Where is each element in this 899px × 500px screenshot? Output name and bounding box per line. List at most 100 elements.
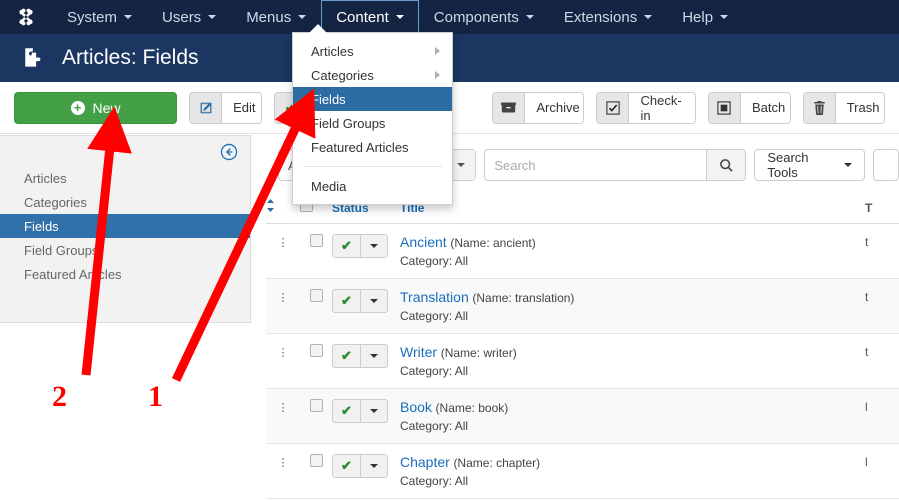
topnav-item-menus[interactable]: Menus: [231, 0, 321, 34]
row-checkbox[interactable]: [309, 234, 323, 247]
clear-filters-button[interactable]: [873, 149, 899, 181]
content-menu-separator: [303, 166, 442, 167]
status-button-group[interactable]: ✔: [332, 454, 388, 478]
status-dropdown-toggle[interactable]: [361, 289, 388, 313]
status-button-group[interactable]: ✔: [332, 399, 388, 423]
topnav-item-components[interactable]: Components: [419, 0, 549, 34]
field-category-label: Category: All: [400, 309, 469, 323]
row-access-value: t: [865, 235, 869, 249]
row-checkbox[interactable]: [309, 399, 323, 412]
checkin-button[interactable]: Check-in: [596, 91, 696, 124]
row-access-cell: l: [865, 388, 899, 444]
row-checkbox[interactable]: [309, 454, 323, 467]
row-checkbox-cell[interactable]: [300, 278, 332, 334]
search-icon[interactable]: [706, 149, 747, 181]
admin-top-menu-bar: System Users Menus Content Components Ex…: [0, 0, 899, 34]
row-status-cell: ✔: [332, 443, 400, 499]
vertical-dots-icon[interactable]: ⋮: [278, 293, 289, 304]
admin-top-nav: System Users Menus Content Components Ex…: [52, 0, 743, 34]
field-category-label: Category: All: [400, 254, 469, 268]
row-menu-cell[interactable]: ⋮: [266, 223, 300, 279]
column-header-title[interactable]: Title: [400, 195, 865, 224]
trash-button[interactable]: Trash: [802, 91, 885, 124]
search-tools-label: Search Tools: [767, 150, 809, 180]
content-menu-label: Fields: [311, 91, 346, 107]
status-publish-toggle[interactable]: ✔: [332, 234, 361, 258]
content-menu-item-categories[interactable]: Categories: [293, 63, 452, 87]
row-menu-cell[interactable]: ⋮: [266, 333, 300, 389]
sidebar-item-field-groups[interactable]: Field Groups: [0, 238, 250, 262]
table-row[interactable]: ⋮ ✔ Translation (Name: translation) Cate…: [266, 278, 899, 334]
caret-down-icon: [644, 15, 653, 19]
topnav-item-help[interactable]: Help: [667, 0, 743, 34]
table-row[interactable]: ⋮ ✔ Writer (Name: writer) Category: All …: [266, 333, 899, 389]
content-dropdown-menu: Articles Categories Fields Field Groups …: [292, 24, 453, 205]
page-title: Articles: Fields: [62, 46, 199, 69]
joomla-logo-icon[interactable]: [0, 0, 52, 34]
topnav-item-extensions[interactable]: Extensions: [549, 0, 667, 34]
topnav-item-content[interactable]: Content: [321, 0, 419, 34]
sidebar-item-featured-articles[interactable]: Featured Articles: [0, 262, 250, 286]
table-row[interactable]: ⋮ ✔ Ancient (Name: ancient) Category: Al…: [266, 223, 899, 279]
content-menu-item-field-groups[interactable]: Field Groups: [293, 111, 452, 135]
table-row[interactable]: ⋮ ✔ Book (Name: book) Category: All l: [266, 388, 899, 444]
search-tools-button[interactable]: Search Tools: [754, 149, 865, 181]
content-menu-item-featured-articles[interactable]: Featured Articles: [293, 135, 452, 159]
topnav-item-system[interactable]: System: [52, 0, 147, 34]
batch-button[interactable]: Batch: [707, 91, 791, 124]
sidebar-item-articles[interactable]: Articles: [0, 166, 250, 190]
row-checkbox-cell[interactable]: [300, 388, 332, 444]
fields-table: Status Title T ⋮ ✔ Ancient (Name: ancien…: [266, 195, 899, 499]
sidebar-item-categories[interactable]: Categories: [0, 190, 250, 214]
archive-button[interactable]: Archive: [492, 91, 585, 124]
content-menu-item-media[interactable]: Media: [293, 174, 452, 198]
status-publish-toggle[interactable]: ✔: [332, 399, 361, 423]
edit-button[interactable]: Edit: [189, 91, 262, 124]
content-menu-item-articles[interactable]: Articles: [293, 39, 452, 63]
row-checkbox-cell[interactable]: [300, 333, 332, 389]
field-title-link[interactable]: Chapter: [400, 454, 450, 470]
row-checkbox[interactable]: [309, 289, 323, 302]
row-menu-cell[interactable]: ⋮: [266, 388, 300, 444]
table-row[interactable]: ⋮ ✔ Chapter (Name: chapter) Category: Al…: [266, 443, 899, 499]
field-title-link[interactable]: Ancient: [400, 234, 447, 250]
vertical-dots-icon[interactable]: ⋮: [278, 348, 289, 359]
status-publish-toggle[interactable]: ✔: [332, 289, 361, 313]
status-dropdown-toggle[interactable]: [361, 344, 388, 368]
status-dropdown-toggle[interactable]: [361, 399, 388, 423]
search-group: [484, 149, 747, 181]
submenu-sidebar: Articles Categories Fields Field Groups …: [0, 135, 251, 323]
status-button-group[interactable]: ✔: [332, 234, 388, 258]
status-dropdown-toggle[interactable]: [361, 234, 388, 258]
row-checkbox-cell[interactable]: [300, 443, 332, 499]
status-button-group[interactable]: ✔: [332, 289, 388, 313]
topnav-label: Components: [433, 8, 519, 26]
status-button-group[interactable]: ✔: [332, 344, 388, 368]
row-menu-cell[interactable]: ⋮: [266, 443, 300, 499]
row-menu-cell[interactable]: ⋮: [266, 278, 300, 334]
row-checkbox[interactable]: [309, 344, 323, 357]
vertical-dots-icon[interactable]: ⋮: [278, 458, 289, 469]
search-input[interactable]: [484, 149, 707, 181]
status-publish-toggle[interactable]: ✔: [332, 344, 361, 368]
row-access-value: t: [865, 290, 869, 304]
joomla-admin-screen: System Users Menus Content Components Ex…: [0, 0, 899, 500]
content-menu-label: Articles: [311, 43, 354, 59]
row-status-cell: ✔: [332, 278, 400, 334]
status-publish-toggle[interactable]: ✔: [332, 454, 361, 478]
field-category-label: Category: All: [400, 364, 469, 378]
status-dropdown-toggle[interactable]: [361, 454, 388, 478]
row-checkbox-cell[interactable]: [300, 223, 332, 279]
vertical-dots-icon[interactable]: ⋮: [278, 403, 289, 414]
field-title-link[interactable]: Writer: [400, 344, 437, 360]
collapse-left-arrow-icon[interactable]: [220, 143, 238, 161]
content-menu-item-fields[interactable]: Fields: [293, 87, 452, 111]
column-header-access[interactable]: T: [865, 195, 899, 224]
topnav-item-users[interactable]: Users: [147, 0, 231, 34]
field-title-link[interactable]: Translation: [400, 289, 469, 305]
pencil-square-icon: [190, 92, 223, 123]
sidebar-item-fields[interactable]: Fields: [0, 214, 250, 238]
new-button[interactable]: + New: [14, 91, 178, 124]
field-title-link[interactable]: Book: [400, 399, 432, 415]
vertical-dots-icon[interactable]: ⋮: [278, 238, 289, 249]
